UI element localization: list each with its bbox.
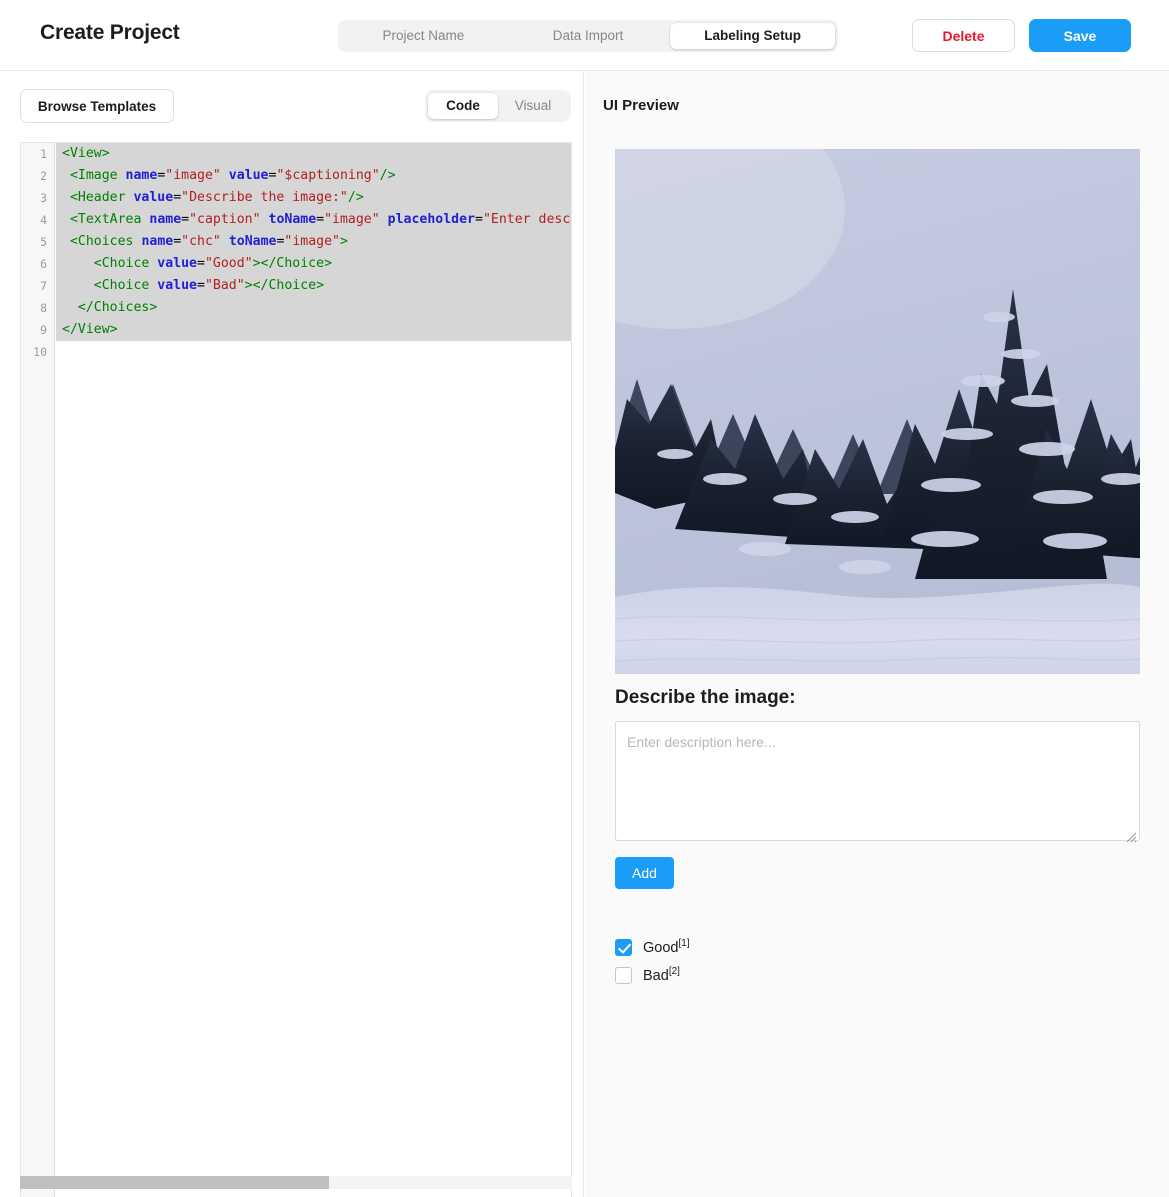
choice-hotkey: [2] [668,966,680,978]
line-number: 1 [40,147,47,161]
line-number: 2 [40,169,47,183]
page-title: Create Project [40,21,180,44]
ui-preview-title: UI Preview [603,97,679,114]
choice-hotkey: [1] [678,938,690,950]
code-line[interactable]: <Choices name="chc" toName="image"> [56,231,571,253]
checkbox-checked-icon[interactable] [615,938,632,956]
mode-visual[interactable]: Visual [498,93,568,119]
editor-scrollbar-thumb[interactable] [20,1176,330,1189]
code-editor[interactable]: 1 2 3 4 5 6 7 8 9 10 <View> <Image name="image" v… [20,142,572,1197]
line-number: 4 [40,213,47,227]
create-project-page: Create Project Project Name Data Import … [0,0,1169,1197]
editor-code-area[interactable]: <View> <Image name="image" value="$capti… [56,143,571,1197]
checkbox-icon[interactable] [615,966,632,984]
mode-code[interactable]: Code [428,93,498,119]
choices-group: Good[1] Bad[2] [615,933,1140,989]
line-number: 10 [33,345,47,359]
choice-label: Good[1] [643,938,690,956]
tab-data-import[interactable]: Data Import [506,23,671,49]
code-line[interactable]: </View> [56,319,571,341]
code-line[interactable]: <TextArea name="caption" toName="image" … [56,209,571,231]
choice-item-good[interactable]: Good[1] [615,933,1140,961]
editor-horizontal-scrollbar[interactable] [20,1176,572,1189]
preview-textarea-wrapper [615,709,1140,846]
choice-item-bad[interactable]: Bad[2] [615,961,1140,989]
code-line[interactable]: <Header value="Describe the image:"/> [56,187,571,209]
editor-gutter: 1 2 3 4 5 6 7 8 9 10 [21,143,55,1197]
wizard-tabs: Project Name Data Import Labeling Setup [338,20,838,52]
delete-button[interactable]: Delete [912,19,1015,52]
line-number: 8 [40,301,47,315]
ui-preview-body: Describe the image: Add Good[1] Bad[2] [615,149,1140,989]
line-number: 5 [40,235,47,249]
editor-mode-toggle: Code Visual [425,90,571,122]
preview-image [615,149,1140,674]
code-line[interactable]: <View> [56,143,571,165]
code-line[interactable]: <Choice value="Good"></Choice> [56,253,571,275]
save-button[interactable]: Save [1029,19,1131,52]
ui-preview-pane: UI Preview Describe the image: Enter des… [585,71,1169,1197]
tab-labeling-setup[interactable]: Labeling Setup [670,23,836,49]
code-line[interactable] [56,341,571,363]
tab-project-name[interactable]: Project Name [341,23,506,49]
browse-templates-button[interactable]: Browse Templates [20,89,174,123]
choice-label: Bad[2] [643,966,680,984]
line-number: 6 [40,257,47,271]
code-line[interactable]: </Choices> [56,297,571,319]
config-editor-pane: Browse Templates Code Visual 1 2 3 4 5 6 7 8 9 10… [0,71,584,1197]
top-bar: Create Project Project Name Data Import … [0,0,1169,71]
add-caption-button[interactable]: Add [615,857,674,889]
code-line[interactable]: <Image name="image" value="$captioning"/… [56,165,571,187]
line-number: 3 [40,191,47,205]
line-number: 7 [40,279,47,293]
preview-header-label: Describe the image: [615,687,796,708]
code-line[interactable]: <Choice value="Bad"></Choice> [56,275,571,297]
caption-textarea[interactable] [615,721,1140,841]
line-number: 9 [40,323,47,337]
